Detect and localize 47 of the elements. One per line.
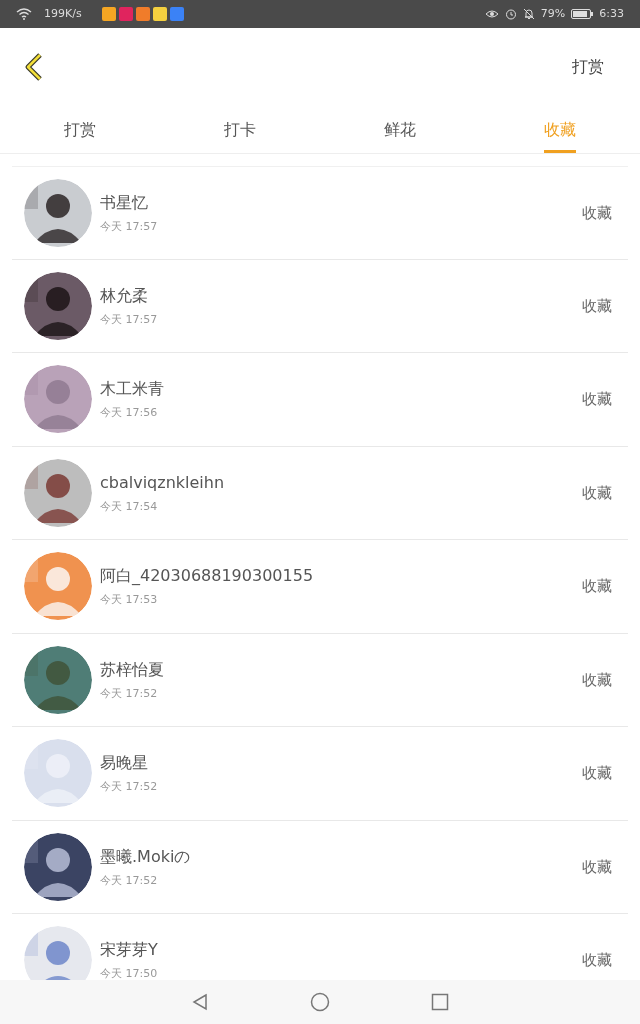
timestamp: 今天 17:50: [100, 966, 158, 980]
app-icon: [101, 7, 116, 21]
user-name: cbalviqznkleihn: [100, 471, 225, 494]
timestamp: 今天 17:53: [100, 592, 159, 608]
favorite-label: 收藏: [582, 482, 612, 504]
favorite-label: 收藏: [582, 856, 612, 878]
wifi-icon: [16, 8, 32, 20]
home-icon[interactable]: [310, 992, 330, 1012]
timestamp: 今天 17:54: [100, 498, 159, 515]
battery-percent: 79%: [540, 5, 566, 22]
network-speed: 199K/s: [44, 5, 82, 22]
user-name: 林允柔: [100, 284, 149, 307]
favorite-label: 收藏: [582, 202, 612, 224]
user-name: 苏梓怡夏: [100, 658, 164, 681]
battery-icon: [571, 9, 594, 19]
alarm-icon: [504, 8, 517, 20]
user-name: 宋芽芽Y: [100, 939, 158, 961]
timestamp: 今天 17:57: [100, 218, 158, 235]
favorite-label: 收藏: [582, 950, 612, 971]
timestamp: 今天 17:52: [100, 685, 159, 702]
timestamp: 今天 17:52: [100, 872, 159, 889]
back-icon[interactable]: [190, 993, 209, 1011]
tab[interactable]: 鲜花: [384, 106, 416, 153]
user-name: 木工米青: [100, 378, 164, 400]
favorite-label: 收藏: [582, 389, 612, 410]
user-name: 易晚星: [100, 752, 149, 774]
timestamp: 今天 17:57: [100, 311, 158, 328]
app-icon: [135, 7, 150, 21]
user-name: 墨曦.Mokiの: [100, 845, 191, 868]
favorite-label: 收藏: [582, 576, 612, 597]
app-icon: [152, 7, 167, 21]
tab[interactable]: 打赏: [64, 106, 96, 153]
recents-icon[interactable]: [431, 993, 450, 1011]
app-icon: [169, 7, 184, 21]
bell-off-icon: [522, 8, 535, 20]
user-name: 书星忆: [100, 191, 149, 214]
user-name: 阿白_42030688190300155: [100, 565, 314, 587]
eye-icon: [484, 9, 499, 19]
timestamp: 今天 17:52: [100, 779, 158, 795]
clock: 6:33: [599, 5, 624, 22]
favorite-label: 收藏: [582, 669, 612, 691]
favorite-label: 收藏: [582, 295, 612, 317]
timestamp: 今天 17:56: [100, 405, 159, 421]
favorite-label: 收藏: [582, 763, 612, 784]
reward-button[interactable]: 打赏: [572, 55, 604, 79]
tab[interactable]: 打卡: [224, 106, 256, 153]
app-icon: [118, 7, 133, 21]
